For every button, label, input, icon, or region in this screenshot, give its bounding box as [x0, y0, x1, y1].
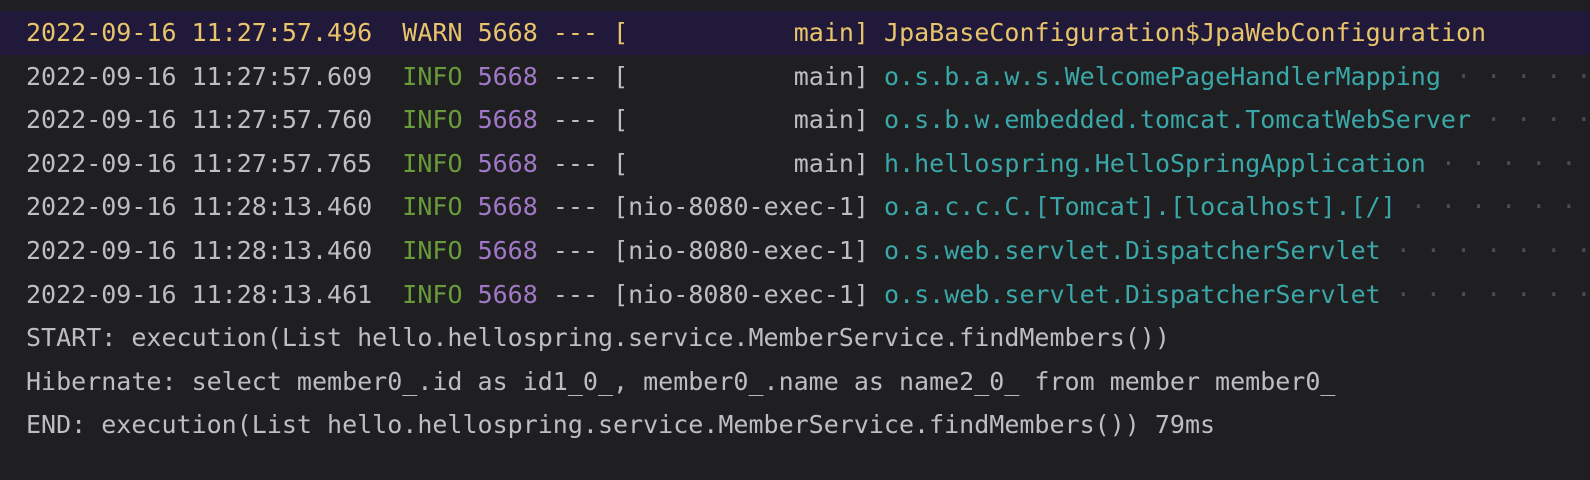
log-logger[interactable]: o.s.b.w.embedded.tomcat.TomcatWebServer	[884, 105, 1471, 134]
log-overflow-dots: · · · · · · · · · · · ·	[1440, 148, 1577, 178]
log-level: INFO	[402, 235, 463, 265]
console-text-line: END: execution(List hello.hellospring.se…	[26, 410, 1216, 440]
console-text-line: START: execution(List hello.hellospring.…	[26, 323, 1170, 353]
log-thread: [nio-8080-exec-1]	[613, 192, 869, 222]
log-timestamp: 2022-09-16 11:27:57.496	[26, 18, 373, 47]
log-overflow-dots: · · · · · · · · · · · · · · · ·	[1410, 192, 1577, 222]
log-thread: [ main]	[613, 105, 869, 135]
log-thread: [nio-8080-exec-1]	[613, 279, 869, 309]
log-level: INFO	[402, 105, 463, 135]
log-line-info: 2022-09-16 11:27:57.609 INFO 5668 --- [ …	[0, 55, 1590, 99]
log-thread: [ main]	[613, 61, 869, 91]
log-line-info: 2022-09-16 11:28:13.460 INFO 5668 --- [n…	[0, 185, 1590, 229]
log-thread: [ main]	[613, 148, 869, 178]
log-line-warn: 2022-09-16 11:27:57.496 WARN 5668 --- [ …	[0, 11, 1590, 55]
console-output[interactable]: 2022-09-16 11:27:57.496 WARN 5668 --- [ …	[0, 11, 1590, 447]
log-pid: 5668	[477, 235, 538, 265]
log-line-info: 2022-09-16 11:27:57.765 INFO 5668 --- [ …	[0, 142, 1590, 186]
log-level: INFO	[402, 192, 463, 222]
log-overflow-dots: · · · · ·	[1486, 105, 1590, 135]
log-logger[interactable]: o.s.b.a.w.s.WelcomePageHandlerMapping	[884, 62, 1441, 91]
log-logger[interactable]: o.a.c.c.C.[Tomcat].[localhost].[/]	[884, 192, 1396, 221]
log-separator: ---	[552, 61, 599, 91]
log-separator: ---	[552, 192, 599, 222]
log-level: INFO	[402, 61, 463, 91]
log-separator: ---	[552, 279, 599, 309]
log-pid: 5668	[477, 192, 538, 222]
log-line-info: 2022-09-16 11:28:13.461 INFO 5668 --- [n…	[0, 273, 1590, 317]
log-logger[interactable]: o.s.web.servlet.DispatcherServlet	[884, 236, 1381, 265]
log-level: WARN	[402, 18, 463, 47]
log-timestamp: 2022-09-16 11:28:13.460	[26, 192, 373, 222]
log-pid: 5668	[477, 279, 538, 309]
log-thread: [ main]	[613, 18, 869, 47]
log-overflow-dots: · · · · · · · · · · · · · · · · · ·	[1395, 279, 1590, 309]
log-logger[interactable]: o.s.web.servlet.DispatcherServlet	[884, 280, 1381, 309]
log-level: INFO	[402, 279, 463, 309]
log-separator: ---	[552, 148, 599, 178]
log-pid: 5668	[477, 61, 538, 91]
log-overflow-dots: · · · · · · · · · · · · · · · · · ·	[1395, 235, 1590, 265]
log-separator: ---	[552, 235, 599, 265]
log-logger[interactable]: h.hellospring.HelloSpringApplication	[884, 149, 1426, 178]
log-pid: 5668	[477, 18, 538, 47]
log-level: INFO	[402, 148, 463, 178]
log-timestamp: 2022-09-16 11:28:13.460	[26, 235, 373, 265]
log-separator: ---	[552, 18, 599, 47]
log-pid: 5668	[477, 105, 538, 135]
log-pid: 5668	[477, 148, 538, 178]
log-line-info: 2022-09-16 11:28:13.460 INFO 5668 --- [n…	[0, 229, 1590, 273]
console-text-line: Hibernate: select member0_.id as id1_0_,…	[26, 366, 1336, 396]
log-timestamp: 2022-09-16 11:27:57.609	[26, 61, 373, 91]
console-top-edge	[0, 0, 1590, 10]
log-separator: ---	[552, 105, 599, 135]
log-thread: [nio-8080-exec-1]	[613, 235, 869, 265]
log-line-info: 2022-09-16 11:27:57.760 INFO 5668 --- [ …	[0, 98, 1590, 142]
log-logger[interactable]: JpaBaseConfiguration$JpaWebConfiguration	[884, 18, 1486, 47]
log-timestamp: 2022-09-16 11:28:13.461	[26, 279, 373, 309]
log-timestamp: 2022-09-16 11:27:57.760	[26, 105, 373, 135]
log-overflow-dots: · · · · · · · · · · ·	[1455, 61, 1590, 91]
log-timestamp: 2022-09-16 11:27:57.765	[26, 148, 373, 178]
